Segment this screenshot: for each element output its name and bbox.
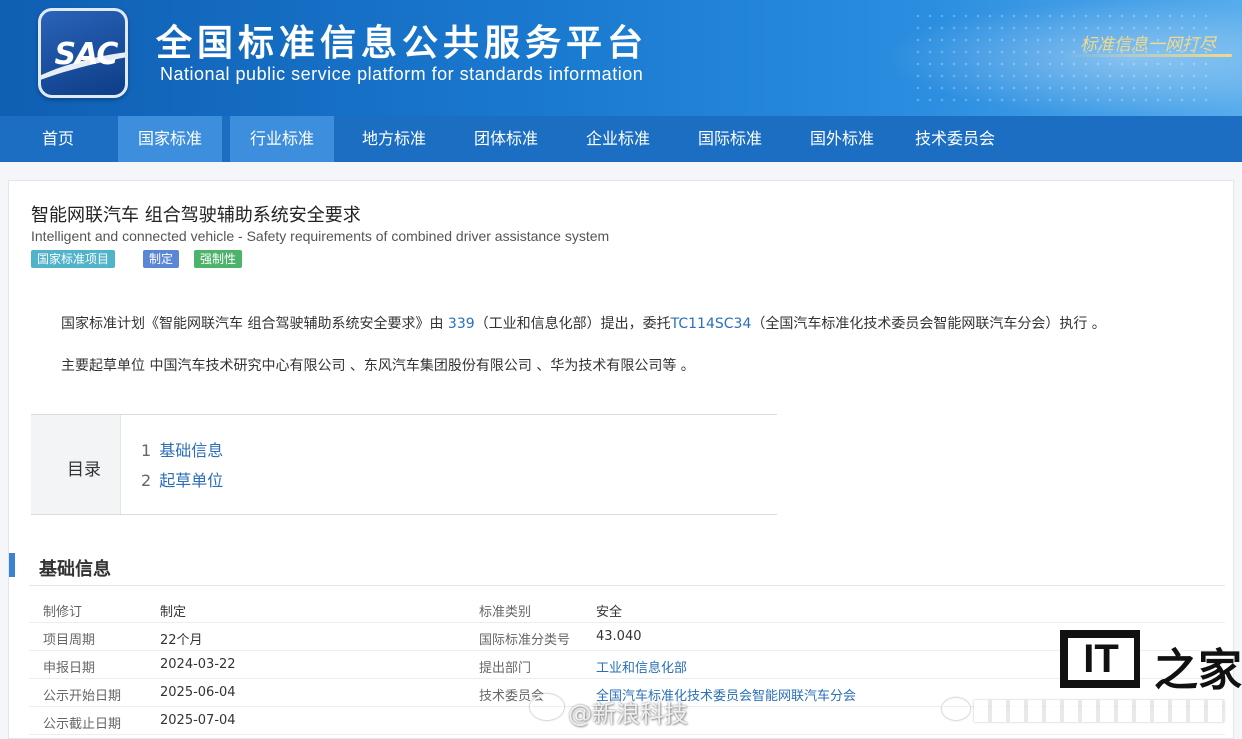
toc-item-drafting-units[interactable]: 2 起草单位	[141, 467, 223, 491]
desc-text-b: （工业和信息化部）提出，委托	[474, 316, 671, 332]
weibo-watermark-text: @新浪科技	[568, 700, 688, 728]
section-title-basic-info: 基础信息	[39, 559, 111, 580]
tag-mandatory: 强制性	[194, 250, 243, 268]
info-label: 制修订	[43, 605, 83, 620]
info-label: 公示开始日期	[43, 689, 122, 704]
nav-local-standards[interactable]: 地方标准	[342, 116, 446, 162]
drafting-units-description: 主要起草单位 中国汽车技术研究中心有限公司 、东风汽车集团股份有限公司 、华为技…	[61, 358, 695, 374]
info-label: 国际标准分类号	[479, 633, 571, 648]
info-label: 公示截止日期	[43, 717, 122, 732]
nav-industry-standards[interactable]: 行业标准	[230, 116, 334, 162]
header-world-map-pattern	[912, 10, 1212, 110]
section-accent-bar	[9, 553, 15, 577]
site-title-cn: 全国标准信息公共服务平台	[156, 23, 649, 64]
toc-item-number: 1	[141, 441, 152, 460]
weibo-icon-secondary	[942, 698, 970, 720]
toc-item-number: 2	[141, 471, 152, 490]
info-value: 2025-07-04	[160, 713, 236, 728]
table-of-contents: 目录 1 基础信息 2 起草单位	[31, 414, 777, 515]
ithome-logo-home: 之家	[1154, 645, 1242, 696]
info-label: 提出部门	[479, 661, 532, 676]
info-label: 项目周期	[43, 633, 96, 648]
toc-item-basic-info[interactable]: 1 基础信息	[141, 437, 223, 461]
info-value: 制定	[160, 605, 187, 620]
plan-description: 国家标准计划《智能网联汽车 组合驾驶辅助系统安全要求》由 339（工业和信息化部…	[61, 313, 1106, 333]
committee-code-link[interactable]: TC114SC34	[671, 316, 752, 332]
toc-label-cell: 目录	[31, 415, 121, 514]
proposer-department-link[interactable]: 工业和信息化部	[596, 657, 687, 676]
info-value: 安全	[596, 605, 623, 620]
header-slogan: 标准信息一网打尽	[1080, 35, 1216, 55]
nav-enterprise-standards[interactable]: 企业标准	[566, 116, 670, 162]
section-divider	[29, 585, 1225, 586]
tag-national-project: 国家标准项目	[31, 250, 116, 268]
info-value: 22个月	[160, 633, 203, 648]
info-row: 申报日期 2024-03-22 提出部门 工业和信息化部	[29, 651, 1225, 679]
info-value: 2024-03-22	[160, 657, 236, 672]
logo-text: SAC	[54, 37, 119, 72]
toc-item-label: 起草单位	[159, 471, 224, 490]
toc-item-label: 基础信息	[159, 441, 224, 460]
info-row: 项目周期 22个月 国际标准分类号 43.040	[29, 623, 1225, 651]
standard-detail-card: 智能网联汽车 组合驾驶辅助系统安全要求 Intelligent and conn…	[8, 180, 1234, 739]
info-row: 制修订 制定 标准类别 安全	[29, 595, 1225, 623]
ithome-logo-text: IT	[1068, 638, 1134, 680]
nav-foreign-standards[interactable]: 国外标准	[790, 116, 894, 162]
standard-title-en: Intelligent and connected vehicle - Safe…	[31, 228, 610, 244]
weibo-icon	[530, 694, 564, 720]
nav-group-standards[interactable]: 团体标准	[454, 116, 558, 162]
toc-label: 目录	[67, 460, 101, 480]
nav-national-standards[interactable]: 国家标准	[118, 116, 222, 162]
standard-title-cn: 智能网联汽车 组合驾驶辅助系统安全要求	[31, 205, 361, 226]
info-value: 43.040	[596, 629, 642, 644]
proposer-code-link[interactable]: 339	[448, 316, 475, 332]
info-value: 2025-06-04	[160, 685, 236, 700]
desc-text-a: 国家标准计划《智能网联汽车 组合驾驶辅助系统安全要求》由	[61, 316, 448, 332]
slogan-underline	[1062, 54, 1232, 57]
info-label: 标准类别	[479, 605, 532, 620]
site-title-en: National public service platform for sta…	[160, 64, 644, 84]
nav-international-standards[interactable]: 国际标准	[678, 116, 782, 162]
main-nav: 首页 国家标准 行业标准 地方标准 团体标准 企业标准 国际标准 国外标准 技术…	[0, 116, 1242, 162]
site-header: SAC 全国标准信息公共服务平台 National public service…	[0, 0, 1242, 116]
nav-technical-committees[interactable]: 技术委员会	[900, 116, 1010, 162]
desc-text-c: （全国汽车标准化技术委员会智能网联汽车分会）执行 。	[751, 316, 1106, 332]
info-label: 申报日期	[43, 661, 96, 676]
sac-logo[interactable]: SAC	[38, 8, 128, 98]
blurred-watermark	[974, 700, 1224, 722]
nav-home[interactable]: 首页	[0, 116, 116, 162]
tag-formulate: 制定	[143, 250, 180, 268]
